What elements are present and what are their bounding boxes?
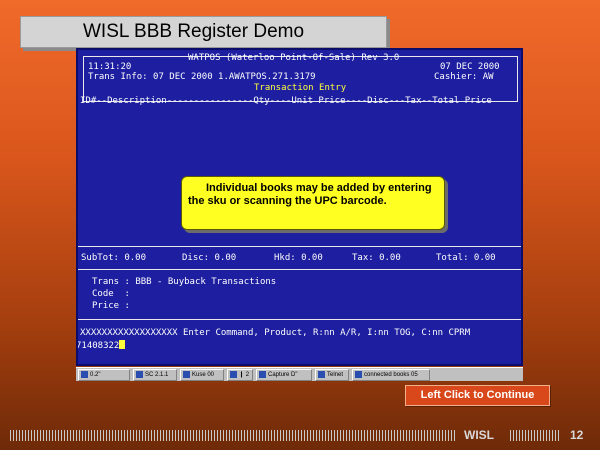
- trans-type: Trans : BBB - Buyback Transactions: [92, 277, 277, 287]
- footer-brand: WISL: [464, 428, 494, 442]
- command-input[interactable]: 71408322: [76, 340, 126, 351]
- app-icon: [136, 371, 143, 378]
- totals-divider-top: [78, 246, 521, 247]
- hkd-total: Hkd: 0.00: [274, 253, 323, 263]
- app-icon: [318, 371, 325, 378]
- price-line: Price :: [92, 301, 130, 311]
- taskbar-item-3[interactable]: Kuse 00: [180, 368, 224, 381]
- cashier: Cashier: AW: [434, 72, 494, 82]
- app-icon: [183, 371, 190, 378]
- taskbar-item-1[interactable]: 0.2": [78, 368, 130, 381]
- page-number: 12: [570, 428, 584, 442]
- app-icon: [259, 371, 266, 378]
- app-icon: [230, 371, 237, 378]
- section-title: Transaction Entry: [254, 83, 347, 93]
- discount-total: Disc: 0.00: [182, 253, 237, 263]
- totals-divider-bottom: [78, 269, 521, 270]
- grand-total: Total: 0.00: [436, 253, 496, 263]
- header-app-name: WATPOS (Waterloo Point-Of-Sale) Rev 3.0: [188, 53, 400, 63]
- command-prompt: XXXXXXXXXXXXXXXXXX Enter Command, Produc…: [80, 328, 471, 338]
- taskbar-item-2[interactable]: SC 2.1.1: [133, 368, 177, 381]
- command-input-value: 71408322: [76, 341, 120, 351]
- instruction-callout: Individual books may be added by enterin…: [181, 176, 445, 230]
- taskbar-item-5[interactable]: Capture D": [256, 368, 312, 381]
- header-time: 11:31:20: [88, 62, 132, 72]
- footer-barcode-left: [10, 430, 456, 441]
- slide-title: WISL BBB Register Demo: [20, 16, 387, 48]
- text-cursor: [119, 340, 126, 349]
- tax-total: Tax: 0.00: [352, 253, 401, 263]
- app-icon: [355, 371, 362, 378]
- footer-barcode-right: [510, 430, 560, 441]
- subtotal: SubTot: 0.00: [81, 253, 147, 263]
- taskbar-item-6[interactable]: Telnet: [315, 368, 349, 381]
- app-icon: [81, 371, 88, 378]
- taskbar-item-4[interactable]: ❙ 2: [227, 368, 253, 381]
- code-line: Code :: [92, 289, 130, 299]
- windows-taskbar: 0.2" SC 2.1.1 Kuse 00 ❙ 2 Capture D" Tel…: [76, 367, 523, 381]
- taskbar-item-7[interactable]: connected books 05: [352, 368, 430, 381]
- trans-info: Trans Info: 07 DEC 2000 1.AWATPOS.271.31…: [88, 72, 316, 82]
- header-date: 07 DEC 2000: [440, 62, 500, 72]
- column-header: ID#--Description----------------Qty----U…: [80, 96, 492, 106]
- command-divider: [78, 319, 521, 320]
- continue-button[interactable]: Left Click to Continue: [405, 385, 550, 406]
